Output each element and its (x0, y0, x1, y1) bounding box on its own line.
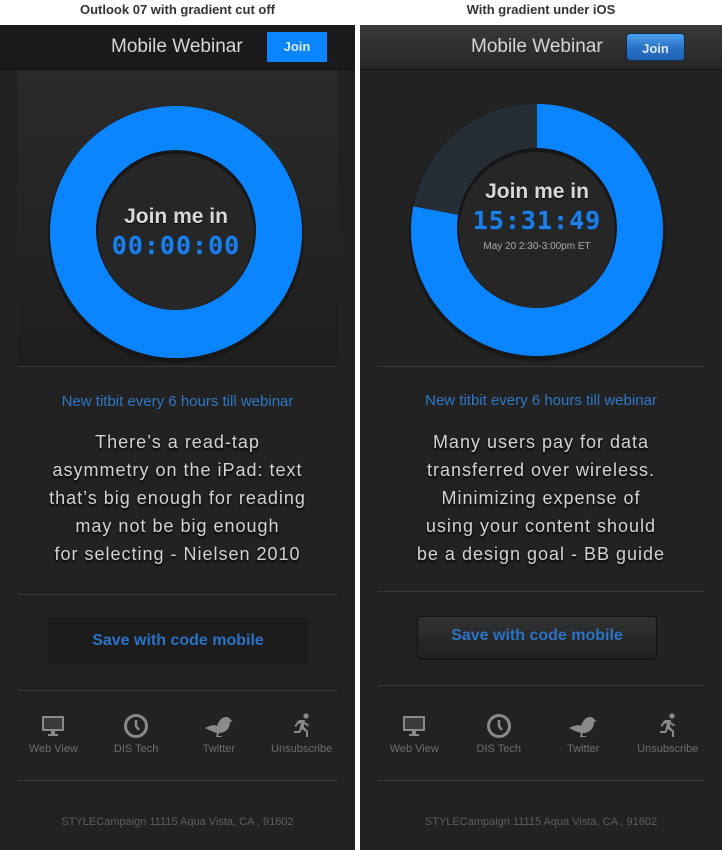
header: Mobile Webinar Join (360, 25, 722, 70)
countdown-center: Join me in 15:31:49 May 20 2:30-3:00pm E… (457, 180, 617, 252)
quote-line: may not be big enough (75, 516, 280, 536)
divider (378, 591, 704, 592)
running-man-icon (287, 713, 317, 739)
nav-unsubscribe[interactable]: Unsubscribe (262, 713, 342, 755)
nav-label: Twitter (202, 743, 236, 755)
footer-address: STYLECampaign 11115 Aqua Vista, CA , 916… (61, 816, 294, 828)
nav-label: DIS Tech (476, 743, 521, 755)
footer-address: STYLECampaign 11115 Aqua Vista, CA , 916… (424, 816, 658, 828)
quote-line: that’s big enough for reading (49, 488, 306, 508)
nav-web-view[interactable]: Web View (374, 713, 454, 755)
titbit-quote: There’s a read-tap asymmetry on the iPad… (0, 428, 355, 568)
divider (378, 685, 704, 686)
header-title: Mobile Webinar (471, 36, 603, 57)
webinar-date: May 20 2:30-3:00pm ET (483, 241, 591, 252)
divider (378, 366, 704, 367)
clock-icon (121, 713, 151, 739)
countdown-title: Join me in (124, 205, 228, 228)
footer-nav: Web View DIS Tech Twitter Unsubscribe (0, 713, 355, 755)
divider (18, 594, 337, 595)
save-with-code-button[interactable]: Save with code mobile (48, 618, 308, 664)
divider (18, 690, 337, 691)
nav-dis-tech[interactable]: DIS Tech (459, 713, 539, 755)
nav-dis-tech[interactable]: DIS Tech (96, 713, 176, 755)
nav-unsubscribe[interactable]: Unsubscribe (628, 713, 708, 755)
quote-line: be a design goal - BB guide (416, 544, 666, 564)
nav-label: Web View (28, 743, 78, 755)
divider (18, 366, 337, 367)
divider (18, 780, 337, 781)
bird-icon (568, 713, 598, 739)
header: Mobile Webinar Join (0, 25, 355, 70)
quote-line: transferred over wireless. (426, 460, 656, 480)
caption-right: With gradient under iOS (466, 2, 616, 17)
countdown-hero: Join me in 15:31:49 May 20 2:30-3:00pm E… (360, 70, 722, 366)
email-preview-ios: Mobile Webinar Join Join me in 15:31:49 … (360, 25, 722, 850)
nav-twitter[interactable]: Twitter (543, 713, 623, 755)
monitor-icon (399, 713, 429, 739)
join-button[interactable]: Join (267, 32, 327, 62)
quote-line: for selecting - Nielsen 2010 (54, 544, 301, 564)
nav-label: DIS Tech (113, 743, 159, 755)
quote-line: Many users pay for data (432, 432, 650, 452)
titbit-heading: New titbit every 6 hours till webinar (425, 392, 657, 409)
nav-twitter[interactable]: Twitter (179, 713, 259, 755)
countdown-hero: Join me in 00:00:00 (18, 70, 338, 366)
caption-left: Outlook 07 with gradient cut off (80, 2, 275, 17)
titbit-quote: Many users pay for data transferred over… (360, 428, 722, 568)
nav-label: Unsubscribe (271, 743, 333, 755)
footer-nav: Web View DIS Tech Twitter Unsubscribe (360, 713, 722, 755)
divider (378, 780, 704, 781)
clock-icon (484, 713, 514, 739)
countdown-center: Join me in 00:00:00 (96, 205, 256, 260)
save-with-code-button[interactable]: Save with code mobile (417, 616, 657, 660)
titbit-heading: New titbit every 6 hours till webinar (61, 393, 294, 410)
countdown-title: Join me in (485, 180, 589, 203)
header-title: Mobile Webinar (111, 36, 243, 57)
email-preview-outlook: Mobile Webinar Join Join me in 00:00:00 … (0, 25, 355, 850)
bird-icon (204, 713, 234, 739)
countdown-timer: 00:00:00 (111, 231, 241, 260)
nav-label: Web View (389, 743, 439, 755)
monitor-icon (38, 713, 68, 739)
quote-line: using your content should (425, 516, 657, 536)
nav-web-view[interactable]: Web View (13, 713, 93, 755)
countdown-timer: 15:31:49 (472, 206, 602, 235)
running-man-icon (653, 713, 683, 739)
join-button[interactable]: Join (626, 33, 685, 61)
nav-label: Twitter (567, 743, 600, 755)
quote-line: Minimizing expense of (441, 488, 641, 508)
nav-label: Unsubscribe (637, 743, 699, 755)
quote-line: There’s a read-tap (95, 432, 260, 452)
quote-line: asymmetry on the iPad: text (52, 460, 303, 480)
